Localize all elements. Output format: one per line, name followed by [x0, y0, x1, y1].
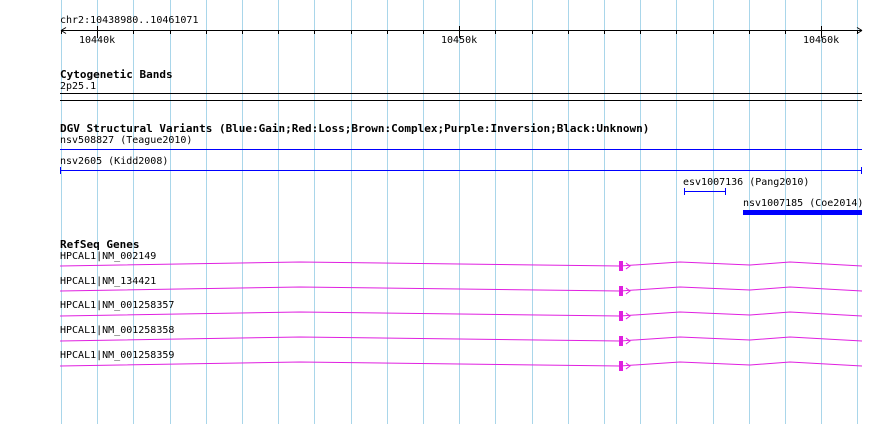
gene-exon-block: [619, 336, 623, 346]
genome-browser-panel[interactable]: chr2:10438980..10461071 10440k 10450k 10…: [0, 0, 890, 424]
gene-label-nm-001258359[interactable]: HPCAL1|NM_001258359: [60, 350, 174, 362]
locus-label: chr2:10438980..10461071: [60, 15, 199, 26]
variant-bar-nsv1007185: [743, 210, 862, 215]
gene-intron-line: [59, 261, 863, 267]
tick-label-10460k: 10460k: [803, 35, 840, 46]
gene-intron-line: [59, 361, 863, 367]
cytoband-track-title: Cytogenetic Bands: [60, 68, 173, 81]
refseq-track-title: RefSeq Genes: [60, 238, 140, 251]
gene-intron-line: [59, 286, 863, 292]
variant-label-nsv2605[interactable]: nsv2605 (Kidd2008): [60, 156, 168, 168]
gene-label-nm-001258357[interactable]: HPCAL1|NM_001258357: [60, 300, 174, 312]
variant-label-esv1007136[interactable]: esv1007136 (Pang2010): [683, 177, 809, 189]
gene-label-nm-001258358[interactable]: HPCAL1|NM_001258358: [60, 325, 174, 337]
gene-intron-line: [59, 336, 863, 342]
tick-label-10440k: 10440k: [79, 35, 116, 46]
dgv-track-title: DGV Structural Variants (Blue:Gain;Red:L…: [60, 122, 650, 135]
gene-exon-block: [619, 286, 623, 296]
gene-exon-block: [619, 261, 623, 271]
tick-label-10450k: 10450k: [441, 35, 478, 46]
cytoband-label: 2p25.1: [60, 81, 97, 92]
gene-exon-block: [619, 361, 623, 371]
variant-label-nsv508827[interactable]: nsv508827 (Teague2010): [60, 135, 192, 147]
gene-label-nm-002149[interactable]: HPCAL1|NM_002149: [60, 251, 156, 263]
gene-label-nm-134421[interactable]: HPCAL1|NM_134421: [60, 276, 156, 288]
variant-label-nsv1007185[interactable]: nsv1007185 (Coe2014): [743, 198, 863, 210]
gene-exon-block: [619, 311, 623, 321]
gene-intron-line: [59, 311, 863, 317]
